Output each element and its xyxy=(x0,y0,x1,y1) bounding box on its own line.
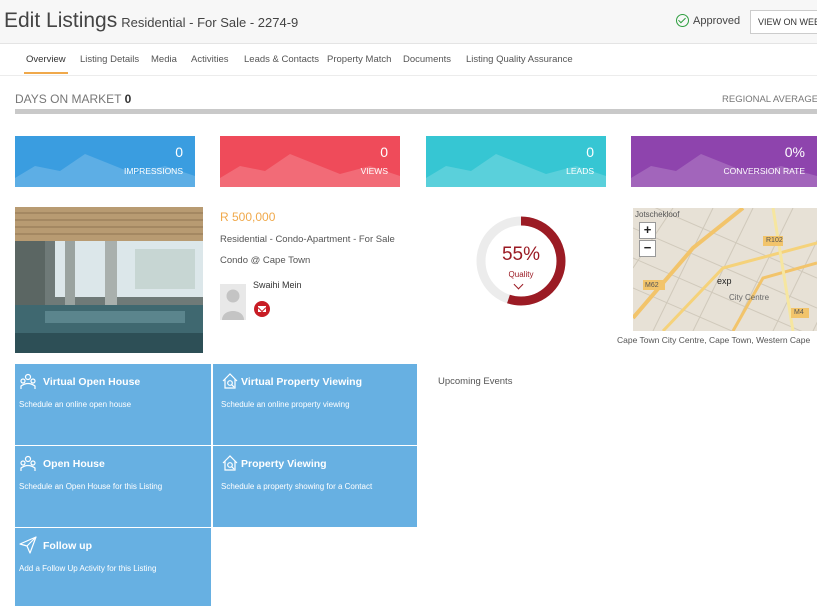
property-viewing-tile[interactable]: Property Viewing Schedule a property sho… xyxy=(213,446,417,527)
upcoming-events-heading: Upcoming Events xyxy=(438,376,513,387)
page-title: Edit Listings Residential - For Sale - 22… xyxy=(4,9,298,33)
views-tile: 0 VIEWS xyxy=(220,136,400,187)
title-sub: Residential - For Sale - 2274-9 xyxy=(121,15,299,30)
views-label: VIEWS xyxy=(360,166,388,176)
tab-activities[interactable]: Activities xyxy=(191,54,228,65)
view-on-website-button[interactable]: VIEW ON WEBSITE xyxy=(750,10,817,34)
leads-tile: 0 LEADS xyxy=(426,136,606,187)
days-on-market: DAYS ON MARKET 0 xyxy=(15,92,131,106)
sparkline-decoration xyxy=(220,154,400,187)
days-on-market-label: DAYS ON MARKET xyxy=(15,92,122,106)
activity-description: Add a Follow Up Activity for this Listin… xyxy=(19,564,157,573)
leads-label: LEADS xyxy=(566,166,594,176)
map-zoom-out-button[interactable]: − xyxy=(639,240,656,257)
agent-avatar-icon xyxy=(220,284,246,320)
tab-listing-quality-assurance[interactable]: Listing Quality Assurance xyxy=(466,54,573,65)
regional-average: REGIONAL AVERAGE 0 xyxy=(722,94,817,105)
activity-description: Schedule a property showing for a Contac… xyxy=(221,482,373,491)
group-icon xyxy=(20,373,36,389)
agent-name[interactable]: Swaihi Mein xyxy=(253,280,302,290)
map-zoom-in-button[interactable]: + xyxy=(639,222,656,239)
check-circle-icon xyxy=(676,14,689,27)
activity-title: Open House xyxy=(43,458,105,470)
tab-overview[interactable]: Overview xyxy=(24,54,68,74)
conversion-rate-label: CONVERSION RATE xyxy=(723,166,805,176)
virtual-open-house-tile[interactable]: Virtual Open House Schedule an online op… xyxy=(15,364,211,445)
quality-label: Quality xyxy=(508,270,534,279)
tab-listing-details[interactable]: Listing Details xyxy=(80,54,139,65)
sparkline-decoration xyxy=(426,154,606,187)
page-header: Edit Listings Residential - For Sale - 22… xyxy=(0,0,817,44)
house-search-icon xyxy=(222,455,238,471)
title-main: Edit Listings xyxy=(4,9,118,32)
days-on-market-value: 0 xyxy=(124,92,132,106)
location-map[interactable]: Jotschekloof M62 exp City Centre R102 M4… xyxy=(633,208,817,331)
quality-percent: 55% xyxy=(501,244,541,265)
approved-label: Approved xyxy=(693,14,741,27)
map-label: Jotschekloof xyxy=(635,210,680,219)
listing-price: R 500,000 xyxy=(220,210,276,224)
sparkline-decoration xyxy=(15,154,195,187)
house-search-icon xyxy=(222,373,238,389)
map-label: M4 xyxy=(794,309,804,316)
open-house-tile[interactable]: Open House Schedule an Open House for th… xyxy=(15,446,211,527)
virtual-property-viewing-tile[interactable]: Virtual Property Viewing Schedule an onl… xyxy=(213,364,417,445)
conversion-rate-tile: 0% CONVERSION RATE xyxy=(631,136,817,187)
activity-title: Virtual Property Viewing xyxy=(241,376,362,388)
leads-value: 0 xyxy=(586,144,594,160)
map-label: City Centre xyxy=(729,293,770,302)
paper-plane-icon xyxy=(19,536,37,554)
tab-leads-contacts[interactable]: Leads & Contacts xyxy=(244,54,319,65)
impressions-label: IMPRESSIONS xyxy=(123,166,183,176)
views-value: 0 xyxy=(380,144,388,160)
follow-up-tile[interactable]: Follow up Add a Follow Up Activity for t… xyxy=(15,528,211,606)
map-address: Cape Town City Centre, Cape Town, Wester… xyxy=(617,335,811,345)
activity-description: Schedule an online property viewing xyxy=(221,400,350,409)
listing-name: Condo @ Cape Town xyxy=(220,255,311,266)
map-label: M62 xyxy=(645,282,659,289)
map-label: R102 xyxy=(766,237,783,244)
activity-description: Schedule an Open House for this Listing xyxy=(19,482,163,491)
activity-title: Follow up xyxy=(43,540,92,552)
tab-media[interactable]: Media xyxy=(151,54,177,65)
tab-property-match[interactable]: Property Match xyxy=(327,54,391,65)
regional-average-label: REGIONAL AVERAGE xyxy=(722,94,817,105)
listing-type: Residential - Condo-Apartment - For Sale xyxy=(220,234,395,245)
tab-bar: Overview Listing Details Media Activitie… xyxy=(0,45,817,76)
activity-description: Schedule an online open house xyxy=(19,400,132,409)
group-icon xyxy=(20,455,36,471)
impressions-value: 0 xyxy=(175,144,183,160)
activity-title: Virtual Open House xyxy=(43,376,141,388)
activity-title: Property Viewing xyxy=(241,458,327,470)
approved-status: Approved xyxy=(676,14,740,27)
tab-documents[interactable]: Documents xyxy=(403,54,451,65)
email-agent-icon[interactable] xyxy=(254,301,270,317)
conversion-rate-value: 0% xyxy=(784,144,805,160)
impressions-tile: 0 IMPRESSIONS xyxy=(15,136,195,187)
days-on-market-bar xyxy=(15,109,817,114)
map-label: exp xyxy=(717,276,732,286)
listing-photo[interactable] xyxy=(15,207,203,353)
